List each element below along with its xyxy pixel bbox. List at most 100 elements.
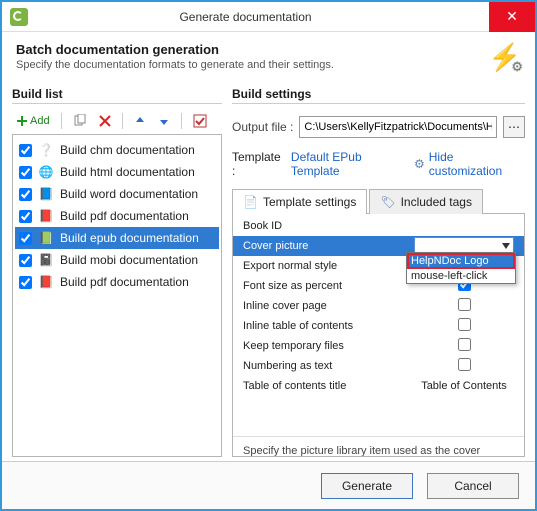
check-all-button[interactable] [189,112,211,130]
mobi-icon: 📓 [38,252,54,268]
list-item-checkbox[interactable] [19,210,32,223]
tab-included-label: Included tags [401,195,472,209]
list-item-label: Build chm documentation [60,143,195,157]
dialog-header: Batch documentation generation Specify t… [2,32,535,81]
list-item[interactable]: 📘 Build word documentation [15,183,219,205]
separator [61,113,62,129]
output-file-input[interactable] [299,116,497,138]
settings-tab-icon: 📄 [243,195,258,209]
dropdown-item[interactable]: mouse-left-click [407,269,515,283]
property-label: Keep temporary files [243,340,414,352]
property-label: Font size as percent [243,280,414,292]
separator [181,113,182,129]
header-subtitle: Specify the documentation formats to gen… [16,59,334,71]
property-row[interactable]: Numbering as text [233,356,524,376]
move-down-button[interactable] [154,113,174,129]
output-row: Output file : ⋯ [232,116,525,138]
hide-customization-label: Hide customization [429,150,525,178]
window-title: Generate documentation [2,10,489,24]
app-icon [10,8,28,26]
template-label: Template : [232,150,285,178]
list-item-label: Build pdf documentation [60,275,189,289]
property-label: Inline table of contents [243,320,414,332]
list-item-checkbox[interactable] [19,254,32,267]
property-row[interactable]: Inline cover page [233,296,524,316]
template-link[interactable]: Default EPub Template [291,150,408,178]
word-icon: 📘 [38,186,54,202]
titlebar: Generate documentation ✕ [2,2,535,32]
gear-icon: ⚙ [414,157,425,171]
list-item-label: Build html documentation [60,165,195,179]
browse-button[interactable]: ⋯ [503,116,525,138]
dialog-body: Build list Add [2,81,535,461]
list-item-checkbox[interactable] [19,276,32,289]
chm-icon: ❔ [38,142,54,158]
add-label: Add [30,115,50,127]
epub-icon: 📗 [38,230,54,246]
cancel-button[interactable]: Cancel [427,473,519,499]
list-item-label: Build epub documentation [60,231,199,245]
list-item[interactable]: 🌐 Build html documentation [15,161,219,183]
list-item[interactable]: 📕 Build pdf documentation [15,271,219,293]
tab-template-label: Template settings [263,195,356,209]
list-item-checkbox[interactable] [19,232,32,245]
list-item[interactable]: 📓 Build mobi documentation [15,249,219,271]
property-row[interactable]: Keep temporary files [233,336,524,356]
hint-text: Specify the picture library item used as… [233,436,524,457]
tags-tab-icon: 🏷 [380,195,395,209]
template-settings-pane: Book ID Cover picture Export normal style F… [232,214,525,457]
lightning-icon: ⚡ [489,42,521,73]
dropdown-item[interactable]: HelpNDoc Logo [407,253,515,269]
tab-template-settings[interactable]: 📄 Template settings [232,189,367,214]
move-up-button[interactable] [130,113,150,129]
property-label: Inline cover page [243,300,414,312]
property-row[interactable]: Book ID [233,216,524,236]
tab-included-tags[interactable]: 🏷 Included tags [369,189,483,214]
property-label: Cover picture [243,240,414,252]
pdf-icon: 📕 [38,274,54,290]
property-list: Book ID Cover picture Export normal style F… [233,216,524,396]
property-label: Book ID [243,220,414,232]
output-label: Output file : [232,120,293,134]
build-list-panel: Build list Add [12,87,222,457]
list-item-checkbox[interactable] [19,188,32,201]
tab-bar: 📄 Template settings 🏷 Included tags [232,188,525,214]
build-list-toolbar: Add [12,110,222,134]
cover-picture-dropdown[interactable]: HelpNDoc Logo mouse-left-click [406,252,516,284]
build-list-title: Build list [12,87,222,104]
hide-customization-link[interactable]: ⚙ Hide customization [414,150,525,178]
property-checkbox[interactable] [458,358,471,371]
list-item-checkbox[interactable] [19,166,32,179]
dialog-footer: Generate Cancel [2,461,535,509]
property-checkbox[interactable] [458,318,471,331]
copy-button[interactable] [69,112,91,130]
template-row: Template : Default EPub Template ⚙ Hide … [232,150,525,178]
list-item-label: Build mobi documentation [60,253,198,267]
list-item-label: Build word documentation [60,187,198,201]
property-checkbox[interactable] [458,338,471,351]
list-item-label: Build pdf documentation [60,209,189,223]
property-label: Export normal style [243,260,414,272]
property-row[interactable]: Table of contents titleTable of Contents [233,376,524,396]
list-item-checkbox[interactable] [19,144,32,157]
close-button[interactable]: ✕ [489,2,535,32]
dialog-window: Generate documentation ✕ Batch documenta… [0,0,537,511]
property-row[interactable]: Inline table of contents [233,316,524,336]
list-item[interactable]: ❔ Build chm documentation [15,139,219,161]
pdf-icon: 📕 [38,208,54,224]
list-item[interactable]: 📗 Build epub documentation [15,227,219,249]
build-list[interactable]: ❔ Build chm documentation 🌐 Build html docu… [12,134,222,457]
property-value: Table of Contents [414,380,514,392]
html-icon: 🌐 [38,164,54,180]
build-settings-panel: Build settings Output file : ⋯ Template … [232,87,525,457]
property-label: Table of contents title [243,380,414,392]
build-settings-title: Build settings [232,87,525,104]
separator [122,113,123,129]
delete-button[interactable] [95,113,115,129]
add-button[interactable]: Add [12,113,54,129]
generate-button[interactable]: Generate [321,473,413,499]
property-label: Numbering as text [243,360,414,372]
header-title: Batch documentation generation [16,42,334,57]
list-item[interactable]: 📕 Build pdf documentation [15,205,219,227]
property-checkbox[interactable] [458,298,471,311]
